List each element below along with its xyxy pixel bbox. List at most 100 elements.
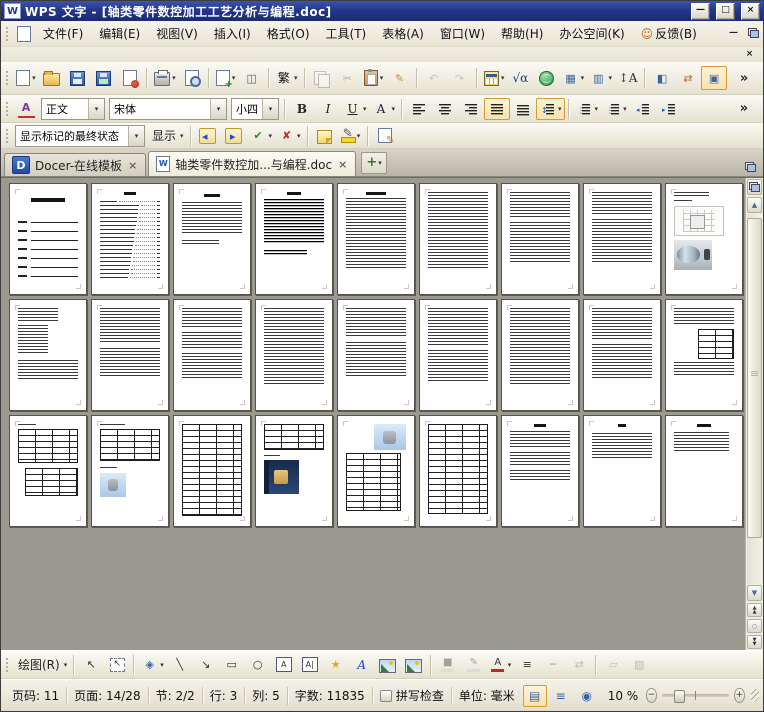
fill-color-button[interactable]: ■ <box>435 654 461 676</box>
bullet-list-button[interactable]: ⋮ ▾ <box>601 98 630 120</box>
reject-change-button[interactable]: ✘ ▾ <box>275 125 304 147</box>
page-thumbnail-4[interactable] <box>255 183 333 295</box>
save-button[interactable] <box>65 66 91 90</box>
arrow-button[interactable]: ↘ <box>193 654 219 676</box>
zoom-slider-thumb[interactable] <box>673 690 685 703</box>
styles-and-formatting-button[interactable]: A <box>13 98 39 120</box>
toolbar-grip[interactable] <box>4 126 9 145</box>
increase-indent-button[interactable]: ▸ <box>656 98 682 120</box>
previous-change-button[interactable] <box>195 125 221 147</box>
menu-item-5[interactable]: 格式(O) <box>259 23 318 44</box>
page-thumbnail-16[interactable] <box>501 299 579 411</box>
review-pane-button[interactable] <box>372 125 398 147</box>
menu-item-2[interactable]: 编辑(E) <box>91 23 148 44</box>
menu-item-9[interactable]: 帮助(H) <box>493 23 551 44</box>
scrollbar-thumb[interactable] <box>747 217 762 538</box>
cut-button[interactable]: ✂ <box>335 66 361 90</box>
page-view-button[interactable]: ▤ <box>522 684 547 707</box>
page-thumbnail-19[interactable] <box>9 415 87 527</box>
status-line[interactable]: 行: 3 <box>203 686 246 705</box>
page-thumbnail-27[interactable] <box>665 415 743 527</box>
menu-item-11[interactable]: ☺ 反馈(B) <box>633 23 705 44</box>
align-center-button[interactable] <box>432 98 458 120</box>
page-setup-button[interactable]: ◫ <box>239 66 265 90</box>
columns-button[interactable]: ▥ ▾ <box>587 66 615 90</box>
next-change-button[interactable] <box>221 125 247 147</box>
zoom-out-button[interactable]: − <box>646 688 657 703</box>
print-button[interactable]: ▾ <box>151 66 179 90</box>
page-thumbnail-12[interactable] <box>173 299 251 411</box>
mdi-close-button[interactable]: × <box>742 49 757 61</box>
save-all-button[interactable] <box>91 66 117 90</box>
text-box-button[interactable]: A <box>271 654 297 676</box>
outline-view-button[interactable]: ≡ <box>549 685 573 707</box>
new-tab-button[interactable]: + ▾ <box>361 152 387 174</box>
scroll-up-arrow[interactable]: ▲ <box>747 197 762 213</box>
mdi-minimize-button[interactable]: — <box>726 28 741 40</box>
select-browse-object-button[interactable]: ○ <box>747 619 762 633</box>
page-thumbnail-5[interactable] <box>337 183 415 295</box>
font-color-button[interactable]: A ▾ <box>487 654 515 676</box>
insert-clipart-button[interactable] <box>401 654 427 676</box>
minimize-button[interactable]: — <box>691 2 710 20</box>
markup-state-combo-dropdown[interactable]: ▾ <box>128 125 144 146</box>
line-style-button[interactable]: ≡ <box>514 654 540 676</box>
toolbar-overflow-button[interactable]: » <box>727 98 761 120</box>
open-file-button[interactable] <box>39 66 65 90</box>
page-thumbnail-2[interactable] <box>91 183 169 295</box>
bold-button[interactable]: B <box>289 98 315 120</box>
status-page-of-total[interactable]: 页面: 14/28 <box>67 686 149 705</box>
page-thumbnail-11[interactable] <box>91 299 169 411</box>
distribute-button[interactable] <box>510 98 536 120</box>
zoom-slider-track[interactable] <box>661 690 730 703</box>
autoshapes-button[interactable]: ◈ ▾ <box>138 654 167 676</box>
page-thumbnail-14[interactable] <box>337 299 415 411</box>
line-button[interactable]: ╲ <box>167 654 193 676</box>
style-combo[interactable]: 正文 ▾ <box>41 97 105 120</box>
print-preview-button[interactable] <box>179 66 205 90</box>
menu-item-3[interactable]: 视图(V) <box>148 23 206 44</box>
page-thumbnail-23[interactable] <box>337 415 415 527</box>
insert-table-button[interactable]: ▦ ▾ <box>559 66 587 90</box>
close-button[interactable]: × <box>741 2 760 20</box>
toolbar-grip[interactable] <box>4 24 9 43</box>
multi-page-view-button[interactable]: ▣ <box>701 66 728 90</box>
menu-item-4[interactable]: 插入(I) <box>206 23 259 44</box>
toolbar-grip[interactable] <box>4 655 9 674</box>
page-thumbnail-21[interactable] <box>173 415 251 527</box>
line-spacing-button[interactable]: ↕ ▾ <box>536 97 565 120</box>
page-thumbnail-1[interactable] <box>9 183 87 295</box>
document-map-button[interactable]: ◧ <box>649 66 675 90</box>
hyperlink-button[interactable] <box>533 66 559 90</box>
3d-style-button[interactable]: ▧ <box>626 654 652 676</box>
align-left-button[interactable] <box>406 98 432 120</box>
new-document-button[interactable]: ▾ <box>13 66 39 90</box>
insert-wordart-button[interactable]: ★ <box>323 654 349 676</box>
page-thumbnail-26[interactable] <box>583 415 661 527</box>
page-thumbnail-22[interactable] <box>255 415 333 527</box>
insert-picture-button[interactable] <box>375 654 401 676</box>
tab-docer[interactable]: D Docer-在线模板 × <box>4 153 147 176</box>
page-thumbnail-18[interactable] <box>665 299 743 411</box>
tab-active-document[interactable]: W 轴类零件数控加...与编程.doc × <box>148 151 357 176</box>
scrollbar-track[interactable] <box>747 214 762 584</box>
ellipse-button[interactable]: ○ <box>245 654 271 676</box>
status-page-number[interactable]: 页码: 11 <box>5 686 68 705</box>
scroll-down-arrow[interactable]: ▼ <box>747 585 762 601</box>
table-compute-button[interactable]: ▾ <box>481 66 508 90</box>
align-right-button[interactable] <box>458 98 484 120</box>
toolbar-grip[interactable] <box>4 99 9 118</box>
page-thumbnail-10[interactable] <box>9 299 87 411</box>
page-thumbnail-7[interactable] <box>501 183 579 295</box>
web-view-button[interactable]: ◉ <box>575 685 599 707</box>
spellcheck-status[interactable]: 拼写检查 <box>373 686 452 705</box>
menu-item-1[interactable]: 文件(F) <box>35 23 91 44</box>
view-toggle-button[interactable] <box>747 179 762 195</box>
resize-grip[interactable] <box>750 689 759 702</box>
copy-button[interactable] <box>309 66 335 90</box>
font-combo[interactable]: 宋体 ▾ <box>109 97 227 120</box>
chinese-convert-button[interactable]: 繁 ▾ <box>273 66 301 90</box>
mdi-restore-button[interactable] <box>746 27 761 40</box>
insert-comment-button[interactable] <box>312 125 338 147</box>
page-thumbnail-25[interactable] <box>501 415 579 527</box>
